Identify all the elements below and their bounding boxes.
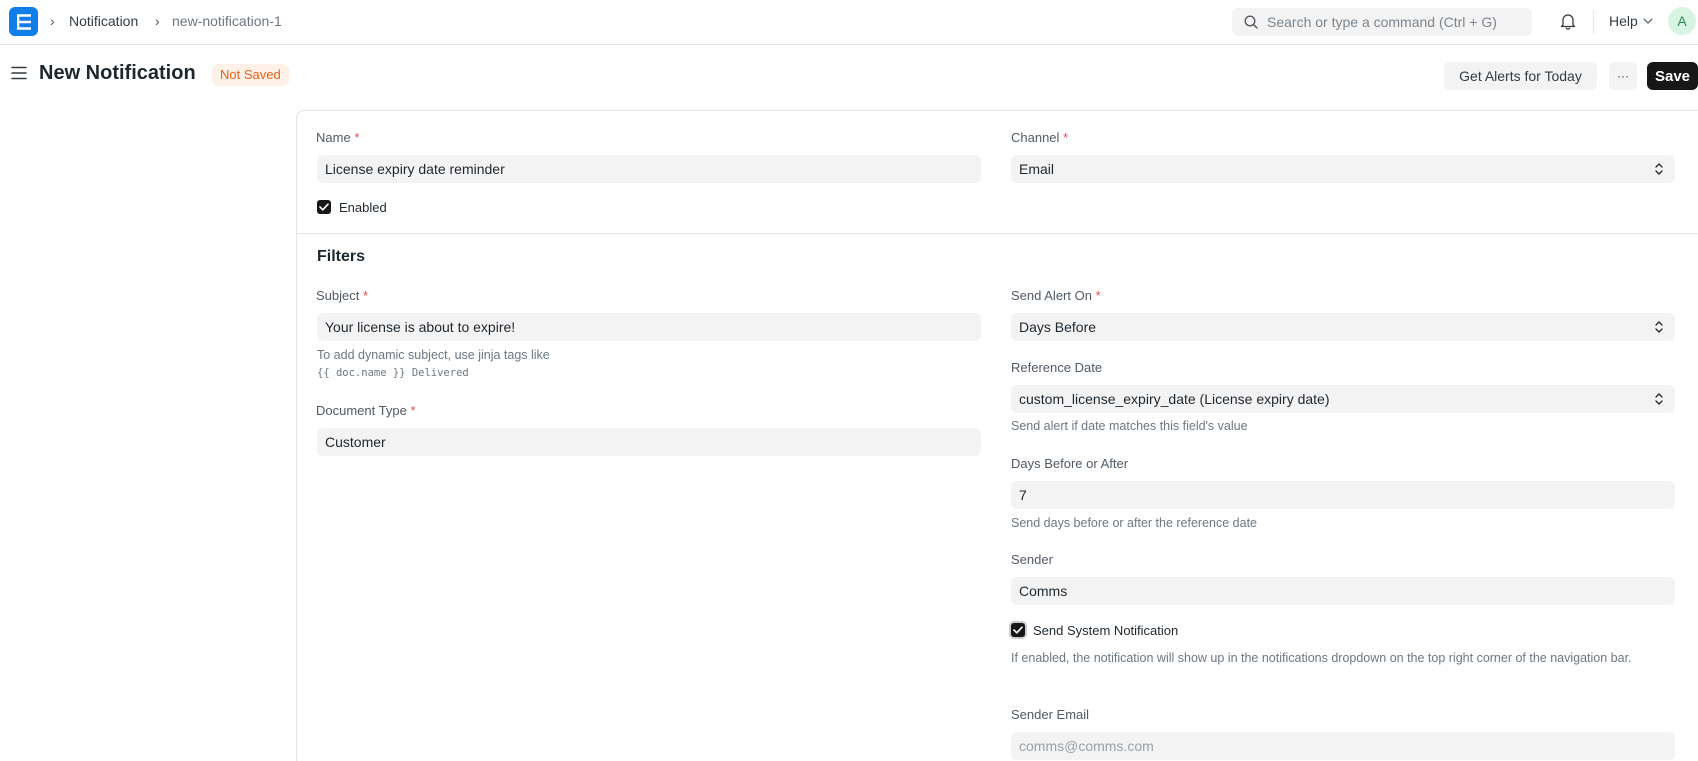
navbar: › Notification › new-notification-1 Sear… <box>0 0 1698 45</box>
breadcrumb-notification[interactable]: Notification <box>69 13 138 29</box>
help-dropdown[interactable]: Help <box>1609 13 1653 29</box>
enabled-label: Enabled <box>339 200 387 215</box>
breadcrumb-current[interactable]: new-notification-1 <box>172 13 282 29</box>
get-alerts-for-today-button[interactable]: Get Alerts for Today <box>1444 62 1597 90</box>
help-label: Help <box>1609 13 1638 29</box>
select-arrows-icon <box>1655 321 1663 333</box>
reference-date-value: custom_license_expiry_date (License expi… <box>1019 391 1330 407</box>
select-arrows-icon <box>1655 163 1663 175</box>
select-arrows-icon <box>1655 393 1663 405</box>
save-button[interactable]: Save <box>1647 62 1698 90</box>
sender-label: Sender <box>1011 552 1053 567</box>
document-type-label: Document Type * <box>316 403 416 418</box>
search-placeholder: Search or type a command (Ctrl + G) <box>1267 14 1497 30</box>
search-icon <box>1244 15 1258 29</box>
send-system-notification-help-text: If enabled, the notification will show u… <box>1011 651 1632 665</box>
sender-field[interactable]: Comms <box>1011 577 1675 605</box>
channel-select[interactable]: Email <box>1011 155 1675 183</box>
status-badge: Not Saved <box>212 64 289 86</box>
navbar-divider <box>1593 10 1594 34</box>
days-before-after-value: 7 <box>1019 487 1027 503</box>
subject-label: Subject * <box>316 288 369 303</box>
channel-select-value: Email <box>1019 161 1055 177</box>
send-alert-on-label: Send Alert On * <box>1011 288 1101 303</box>
reference-date-label: Reference Date <box>1011 360 1103 375</box>
subject-help-code: {{ doc.name }} Delivered <box>317 367 469 379</box>
check-icon <box>319 203 329 211</box>
name-label: Name * <box>316 130 360 145</box>
subject-help-text: To add dynamic subject, use jinja tags l… <box>317 348 550 362</box>
name-field-value: License expiry date reminder <box>325 161 505 177</box>
more-actions-button[interactable]: ··· <box>1609 62 1637 90</box>
notification-form: Name * License expiry date reminder Enab… <box>296 110 1698 761</box>
required-marker: * <box>1063 130 1069 145</box>
reference-date-select[interactable]: custom_license_expiry_date (License expi… <box>1011 385 1675 413</box>
document-type-field[interactable]: Customer <box>317 428 981 456</box>
send-system-notification-label: Send System Notification <box>1033 623 1179 638</box>
subject-field[interactable]: Your license is about to expire! <box>317 313 981 341</box>
breadcrumb-chevron-icon: › <box>155 13 160 29</box>
required-marker: * <box>1095 288 1101 303</box>
section-divider <box>297 233 1698 234</box>
required-marker: * <box>410 403 416 418</box>
enabled-checkbox[interactable] <box>317 200 331 214</box>
search-input[interactable]: Search or type a command (Ctrl + G) <box>1232 8 1532 36</box>
send-alert-on-value: Days Before <box>1019 319 1097 335</box>
required-marker: * <box>363 288 369 303</box>
name-field[interactable]: License expiry date reminder <box>317 155 981 183</box>
send-system-notification-checkbox[interactable] <box>1011 623 1025 637</box>
send-alert-on-select[interactable]: Days Before <box>1011 313 1675 341</box>
days-before-after-field[interactable]: 7 <box>1011 481 1675 509</box>
check-icon <box>1013 626 1023 634</box>
breadcrumb-chevron-icon: › <box>50 13 55 29</box>
chevron-down-icon <box>1643 18 1653 24</box>
document-type-field-value: Customer <box>325 434 386 450</box>
page-title: New Notification <box>39 62 196 84</box>
required-marker: * <box>354 130 360 145</box>
app-logo-icon[interactable] <box>9 7 38 36</box>
sender-email-field[interactable]: comms@comms.com <box>1011 732 1675 760</box>
filters-section-title: Filters <box>317 248 366 265</box>
sender-field-value: Comms <box>1019 583 1068 599</box>
sender-email-label: Sender Email <box>1011 707 1090 722</box>
bell-icon[interactable] <box>1560 12 1576 33</box>
avatar[interactable]: A <box>1668 7 1696 35</box>
reference-date-help-text: Send alert if date matches this field's … <box>1011 419 1248 433</box>
hamburger-icon[interactable] <box>11 66 27 83</box>
channel-label: Channel * <box>1011 130 1069 145</box>
sender-email-placeholder: comms@comms.com <box>1019 738 1154 754</box>
days-before-after-label: Days Before or After <box>1011 456 1129 471</box>
subject-field-value: Your license is about to expire! <box>325 319 516 335</box>
days-before-after-help-text: Send days before or after the reference … <box>1011 516 1257 530</box>
